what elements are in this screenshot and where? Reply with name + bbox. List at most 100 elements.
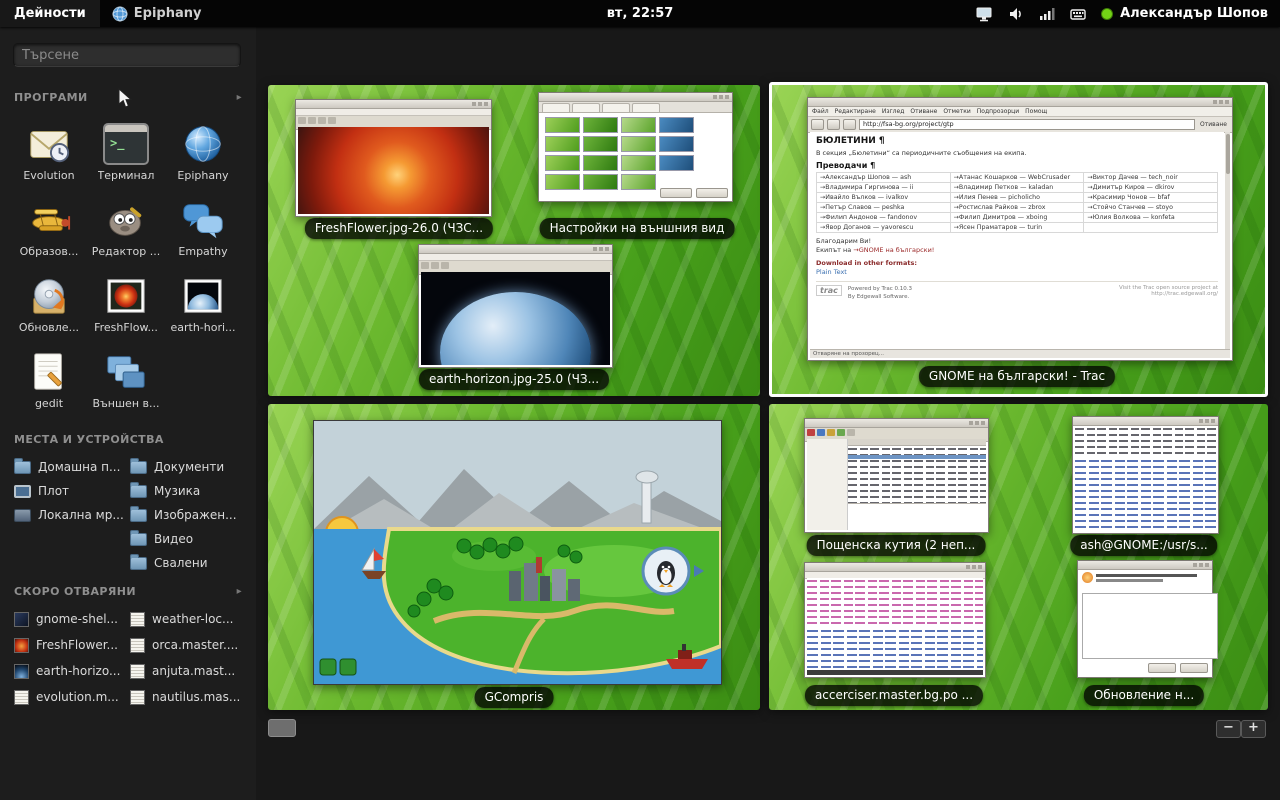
folder-pane	[807, 439, 848, 530]
recent-label: nautilus.mas...	[152, 690, 240, 704]
recent-item[interactable]: evolution.m...	[14, 687, 126, 707]
app-label: Epiphany	[177, 169, 228, 182]
app-label: earth-hori...	[170, 321, 235, 334]
app-appearance[interactable]: Външен в...	[89, 348, 163, 420]
programs-title: ПРОГРАМИ	[14, 91, 88, 104]
trac-logo: trac	[816, 285, 842, 296]
window-gcompris[interactable]	[313, 420, 722, 685]
recent-item[interactable]: weather-loc...	[130, 609, 242, 629]
clock-button[interactable]: вт, 22:57	[607, 6, 674, 21]
recent-item[interactable]: earth-horizo...	[14, 661, 126, 681]
workspace-1[interactable]: FreshFlower.jpg-26.0 (ЧЗС... Настройки н…	[268, 85, 760, 396]
window-update-manager[interactable]	[1077, 560, 1213, 678]
window-mailbox[interactable]	[804, 418, 989, 533]
place-desktop[interactable]: Плот	[14, 481, 126, 501]
gimp-icon	[101, 196, 151, 244]
go-button: Отиване	[1198, 121, 1229, 128]
screenshot-thumb-icon	[14, 612, 29, 627]
window-title-pill: GCompris	[475, 687, 554, 708]
mouse-cursor	[118, 88, 133, 113]
remove-workspace-button[interactable]: −	[1216, 720, 1241, 738]
place-local-network[interactable]: Локална мр...	[14, 505, 126, 525]
update-icon	[1082, 572, 1093, 583]
recent-item[interactable]: anjuta.mast...	[130, 661, 242, 681]
workspace-indicator[interactable]	[268, 719, 296, 737]
thanks-text: Благодарим Ви!	[816, 237, 1218, 245]
titlebar	[1073, 417, 1218, 426]
app-menu-button[interactable]: Epiphany	[100, 0, 214, 27]
window-title-pill: ash@GNOME:/usr/s...	[1070, 535, 1217, 556]
window-freshflower[interactable]	[295, 99, 492, 217]
flower-thumb-icon	[14, 638, 29, 653]
forward-button	[827, 119, 840, 130]
titlebar	[808, 98, 1232, 107]
add-workspace-button[interactable]: +	[1241, 720, 1266, 738]
recent-item[interactable]: orca.master....	[130, 635, 242, 655]
keyboard-icon[interactable]	[1070, 6, 1086, 22]
app-terminal[interactable]: >_ Терминал	[89, 120, 163, 192]
gcompris-scene	[314, 421, 721, 684]
programs-expander-icon[interactable]: ▸	[237, 92, 242, 103]
place-music[interactable]: Музика	[130, 481, 242, 501]
volume-icon[interactable]	[1008, 6, 1024, 22]
recent-item[interactable]: nautilus.mas...	[130, 687, 242, 707]
titlebar	[805, 563, 985, 572]
place-label: Домашна п...	[38, 460, 120, 474]
user-menu-button[interactable]: Александър Шопов	[1101, 6, 1268, 21]
window-po-editor[interactable]	[804, 562, 986, 678]
app-freshflower[interactable]: FreshFlow...	[89, 272, 163, 344]
app-epiphany[interactable]: Epiphany	[166, 120, 240, 192]
window-epiphany-trac[interactable]: ФайлРедактиранеИзгледОтиванеОтметкиПодпр…	[807, 97, 1233, 361]
app-updates[interactable]: Обновле...	[12, 272, 86, 344]
top-bar: Дейности Epiphany вт, 22:57 Александ	[0, 0, 1280, 27]
place-downloads[interactable]: Свалени	[130, 553, 242, 573]
app-image-editor[interactable]: Редактор ...	[89, 196, 163, 268]
app-label: Образов...	[20, 245, 79, 258]
app-gcompris[interactable]: Образов...	[12, 196, 86, 268]
activities-button[interactable]: Дейности	[0, 0, 100, 27]
display-icon[interactable]	[975, 6, 993, 22]
earth-thumb-icon	[14, 664, 29, 679]
app-empathy[interactable]: Empathy	[166, 196, 240, 268]
app-earth-horizon[interactable]: earth-hori...	[166, 272, 240, 344]
recent-expander-icon[interactable]: ▸	[237, 586, 242, 597]
titlebar	[539, 93, 732, 102]
tab-strip	[539, 102, 732, 113]
workspace-4[interactable]: Пощенска кутия (2 неп... ash@GNOME:/usr/…	[769, 404, 1268, 710]
place-documents[interactable]: Документи	[130, 457, 242, 477]
update-list	[1082, 593, 1218, 659]
scrollbar	[1225, 132, 1230, 349]
window-appearance[interactable]	[538, 92, 733, 202]
app-evolution[interactable]: Evolution	[12, 120, 86, 192]
recent-item[interactable]: FreshFlower...	[14, 635, 126, 655]
app-label: Редактор ...	[92, 245, 161, 258]
chat-bubbles-icon	[178, 196, 228, 244]
place-video[interactable]: Видео	[130, 529, 242, 549]
workspace-2-active[interactable]: ФайлРедактиранеИзгледОтиванеОтметкиПодпр…	[769, 82, 1268, 397]
document-thumb-icon	[130, 638, 145, 653]
dialog-buttons	[660, 188, 728, 198]
wallpaper-grid	[545, 117, 726, 190]
translators-table: →Александър Шопов — ash→Атанас Кошарков …	[816, 172, 1218, 233]
app-label: Evolution	[23, 169, 74, 182]
place-home[interactable]: Домашна п...	[14, 457, 126, 477]
recent-label: anjuta.mast...	[152, 664, 235, 678]
document-thumb-icon	[14, 690, 29, 705]
place-pictures[interactable]: Изображен...	[130, 505, 242, 525]
workspace-3[interactable]: GCompris	[268, 404, 760, 710]
window-earth-horizon[interactable]	[418, 244, 613, 368]
folder-icon	[130, 485, 147, 498]
menubar	[296, 109, 491, 116]
browser-menubar: ФайлРедактиранеИзгледОтиванеОтметкиПодпр…	[808, 107, 1232, 117]
network-icon[interactable]	[1039, 6, 1055, 22]
search-input[interactable]	[13, 43, 241, 67]
app-gedit[interactable]: gedit	[12, 348, 86, 420]
titlebar	[296, 100, 491, 109]
recent-item[interactable]: gnome-shel...	[14, 609, 126, 629]
app-label: gedit	[35, 397, 63, 410]
mail-body	[807, 439, 986, 530]
window-terminal[interactable]	[1072, 416, 1219, 534]
place-label: Плот	[38, 484, 69, 498]
menubar	[419, 254, 612, 261]
message-list	[848, 439, 986, 530]
